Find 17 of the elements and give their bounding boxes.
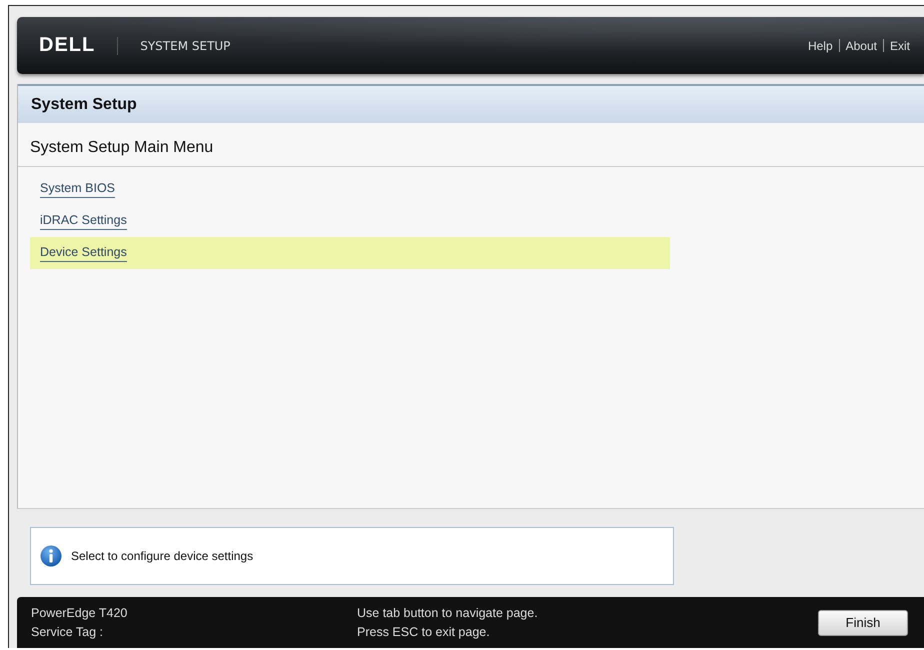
service-tag: Service Tag :: [31, 625, 357, 639]
help-text: Select to configure device settings: [71, 549, 254, 563]
menu-link[interactable]: System BIOS: [40, 180, 116, 198]
finish-button[interactable]: Finish: [818, 610, 908, 636]
menu-heading: System Setup Main Menu: [18, 123, 924, 167]
hint-text: Press ESC to exit page.: [357, 625, 491, 639]
header-link[interactable]: About: [846, 38, 877, 52]
logo: DELL: [39, 34, 96, 57]
model-name: PowerEdge T420: [31, 606, 128, 620]
menu-link[interactable]: Device Settings: [40, 244, 127, 262]
header-link[interactable]: Exit: [890, 38, 910, 52]
header-link[interactable]: Help: [808, 38, 833, 52]
app-title: SYSTEM SETUP: [140, 38, 230, 52]
info-icon: [40, 545, 62, 567]
menu-link[interactable]: iDRAC Settings: [40, 212, 127, 230]
panel-title: System Setup: [18, 84, 924, 123]
hint-text: Use tab button to navigate page.: [357, 606, 539, 620]
